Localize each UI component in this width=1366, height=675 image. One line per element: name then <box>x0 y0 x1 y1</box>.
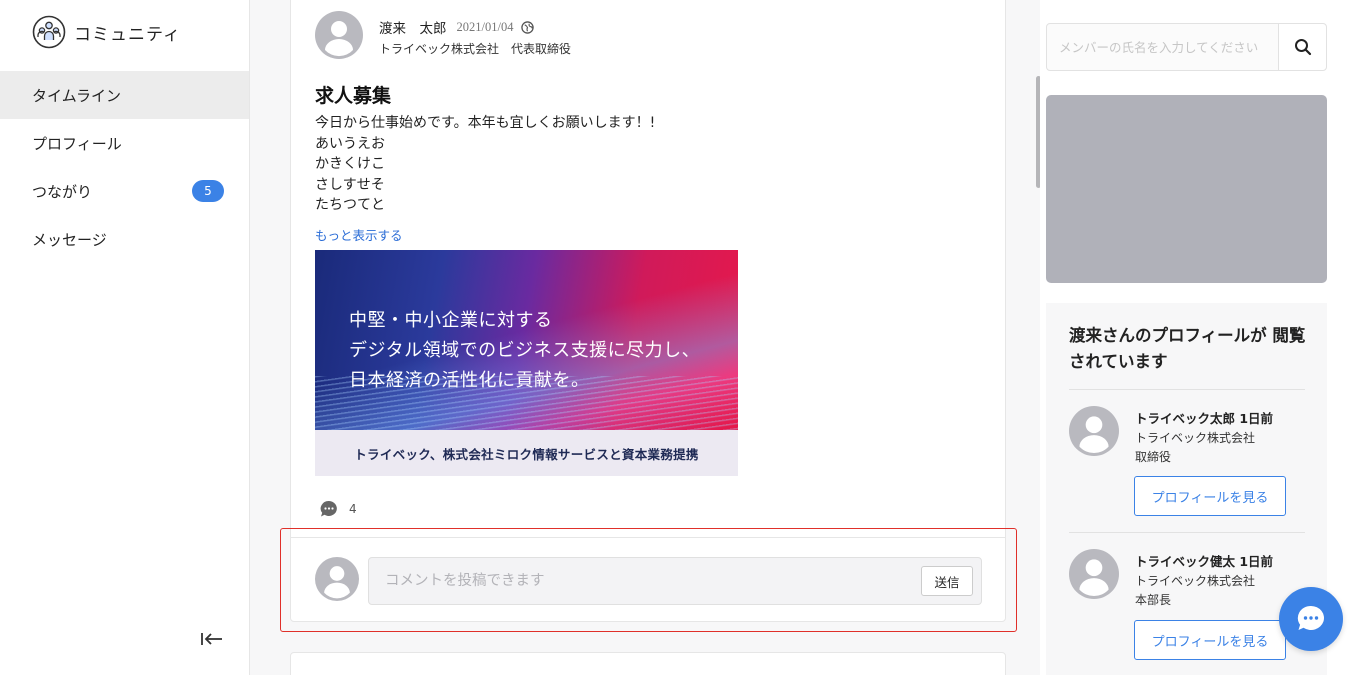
brand[interactable]: コミュニティ <box>32 15 181 49</box>
author-name[interactable]: 渡来 太郎 <box>379 17 447 37</box>
banner-line: 中堅・中小企業に対する <box>349 310 553 331</box>
search-button[interactable] <box>1278 24 1326 70</box>
show-more-link[interactable]: もっと表示する <box>315 225 403 244</box>
member-search-input[interactable] <box>1047 24 1278 70</box>
post-title: 求人募集 <box>315 85 392 107</box>
post-body-line: たちつてと <box>315 197 385 213</box>
post-header: 渡来 太郎 2021/01/04 トライベック株式会社 代表取締役 <box>315 11 571 59</box>
divider <box>1069 389 1305 390</box>
author-line: 渡来 太郎 2021/01/04 <box>379 17 571 37</box>
viewer-role: 取締役 <box>1135 450 1172 464</box>
member-search <box>1046 23 1327 71</box>
viewer-company: トライベック株式会社 <box>1135 574 1256 588</box>
comment-box: 送信 <box>368 557 982 605</box>
banner-line: デジタル領域でのビジネス支援に尽力し、 <box>349 340 701 361</box>
community-icon <box>32 15 66 49</box>
commenter-avatar <box>315 557 359 601</box>
view-profile-button[interactable]: プロフィールを見る <box>1134 476 1286 516</box>
comment-icon <box>320 500 337 517</box>
timeline-feed: 渡来 太郎 2021/01/04 トライベック株式会社 代表取締役 求人募集 今… <box>250 0 1041 675</box>
post-date: 2021/01/04 <box>456 19 514 34</box>
comments-count-value: 4 <box>349 502 357 516</box>
collapse-sidebar-icon <box>201 633 222 645</box>
send-comment-button[interactable]: 送信 <box>921 566 973 596</box>
post-body-line: かきくけこ <box>315 156 385 172</box>
right-panel: 渡来さんのプロフィールが 閲覧されています トライベック太郎 1日前 トライベッ… <box>1040 0 1366 675</box>
banner-caption: トライベック、株式会社ミロク情報サービスと資本業務提携 <box>315 430 738 476</box>
divider <box>291 537 1005 538</box>
brand-title: コミュニティ <box>74 24 181 45</box>
sidebar-item-label: つながり <box>32 182 93 201</box>
viewer-name: トライベック健太 1日前 <box>1135 554 1274 569</box>
search-icon <box>1294 39 1311 56</box>
viewer-company: トライベック株式会社 <box>1135 431 1256 445</box>
divider <box>1069 532 1305 533</box>
post-body-line: 今日から仕事始めです。本年も宜しくお願いします！! <box>315 115 656 131</box>
sidebar-nav: タイムライン プロフィール つながり 5 メッセージ <box>0 71 249 263</box>
banner-text: 中堅・中小企業に対する デジタル領域でのビジネス支援に尽力し、 日本経済の活性化… <box>349 306 700 396</box>
sidebar-item-label: タイムライン <box>32 86 121 105</box>
viewer-name: トライベック太郎 1日前 <box>1135 411 1274 426</box>
post-body-line: さしすせそ <box>315 176 385 193</box>
comment-input[interactable] <box>369 558 909 604</box>
post-card: 渡来 太郎 2021/01/04 トライベック株式会社 代表取締役 求人募集 今… <box>290 0 1006 622</box>
comments-count[interactable]: 4 <box>319 499 357 519</box>
viewer-info: トライベック健太 1日前 トライベック株式会社 本部長 <box>1135 551 1310 608</box>
sidebar-item-connections[interactable]: つながり 5 <box>0 167 249 215</box>
sidebar-item-timeline[interactable]: タイムライン <box>0 71 249 119</box>
viewer-info: トライベック太郎 1日前 トライベック株式会社 取締役 <box>1135 408 1310 465</box>
chat-button[interactable] <box>1279 587 1343 651</box>
author-block: 渡来 太郎 2021/01/04 トライベック株式会社 代表取締役 <box>379 11 571 59</box>
viewer-avatar[interactable] <box>1069 549 1119 599</box>
ad-placeholder <box>1046 95 1327 283</box>
author-avatar[interactable] <box>315 11 363 59</box>
sidebar-item-label: メッセージ <box>32 230 107 249</box>
viewers-title: 渡来さんのプロフィールが 閲覧されています <box>1069 326 1306 371</box>
sidebar-item-profile[interactable]: プロフィール <box>0 119 249 167</box>
post-body: 今日から仕事始めです。本年も宜しくお願いします！! あいうえお かきくけこ さし… <box>315 113 655 216</box>
post-image[interactable]: 中堅・中小企業に対する デジタル領域でのビジネス支援に尽力し、 日本経済の活性化… <box>315 250 738 476</box>
banner-line: 日本経済の活性化に貢献を。 <box>349 370 590 391</box>
next-post-card <box>290 652 1006 675</box>
sidebar-item-messages[interactable]: メッセージ <box>0 215 249 263</box>
post-body-line: あいうえお <box>315 135 385 152</box>
collapse-sidebar-button[interactable] <box>198 628 226 650</box>
author-company: トライベック株式会社 代表取締役 <box>379 42 572 56</box>
viewer-avatar[interactable] <box>1069 406 1119 456</box>
sidebar-item-label: プロフィール <box>32 134 122 153</box>
view-profile-button[interactable]: プロフィールを見る <box>1134 620 1286 660</box>
chat-icon <box>1297 605 1325 630</box>
sidebar: コミュニティ タイムライン プロフィール つながり 5 メッセージ <box>0 0 250 675</box>
globe-icon <box>521 20 535 34</box>
connections-count-badge: 5 <box>192 180 224 202</box>
